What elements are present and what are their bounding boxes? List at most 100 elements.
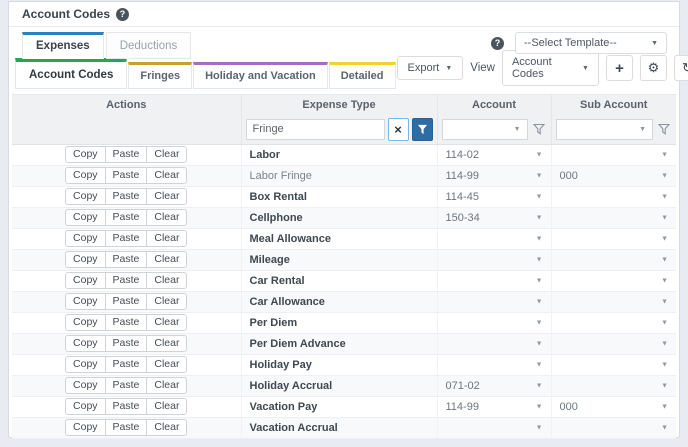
paste-button[interactable]: Paste <box>105 314 148 331</box>
subtab-detailed[interactable]: Detailed <box>329 62 396 89</box>
tab-expenses[interactable]: Expenses <box>22 32 104 59</box>
sub-account-cell[interactable]: ▼ <box>551 270 676 291</box>
account-cell[interactable]: ▼ <box>437 333 551 354</box>
actions-cell: Copy Paste Clear <box>12 165 241 186</box>
paste-button[interactable]: Paste <box>105 167 148 184</box>
clear-button[interactable]: Clear <box>146 398 187 415</box>
clear-button[interactable]: Clear <box>146 188 187 205</box>
account-filter-button[interactable] <box>531 123 547 135</box>
clear-button[interactable]: Clear <box>146 293 187 310</box>
chevron-down-icon: ▼ <box>661 298 668 305</box>
account-cell[interactable]: 150-34 ▼ <box>437 207 551 228</box>
sub-account-cell[interactable]: ▼ <box>551 333 676 354</box>
export-button[interactable]: Export ▼ <box>397 56 464 80</box>
clear-button[interactable]: Clear <box>146 209 187 226</box>
account-cell[interactable]: ▼ <box>437 417 551 438</box>
actions-filter-cell <box>12 115 241 145</box>
expense-type-filter-input[interactable] <box>246 119 385 140</box>
sub-account-cell[interactable]: 000 ▼ <box>551 396 676 417</box>
copy-button[interactable]: Copy <box>65 209 106 226</box>
clear-button[interactable]: Clear <box>146 272 187 289</box>
clear-button[interactable]: Clear <box>146 377 187 394</box>
paste-button[interactable]: Paste <box>105 251 148 268</box>
tab-deductions[interactable]: Deductions <box>106 32 192 59</box>
subtab-account-codes[interactable]: Account Codes <box>15 58 127 89</box>
copy-button[interactable]: Copy <box>65 188 106 205</box>
paste-button[interactable]: Paste <box>105 272 148 289</box>
sub-account-filter-select[interactable]: ▼ <box>556 119 654 140</box>
subtab-fringes[interactable]: Fringes <box>128 62 192 89</box>
copy-button[interactable]: Copy <box>65 230 106 247</box>
sub-account-value: 000 <box>560 170 578 182</box>
account-cell[interactable]: ▼ <box>437 249 551 270</box>
paste-button[interactable]: Paste <box>105 377 148 394</box>
account-cell[interactable]: 114-45 ▼ <box>437 186 551 207</box>
chevron-down-icon: ▼ <box>661 361 668 368</box>
account-cell[interactable]: 114-99 ▼ <box>437 396 551 417</box>
sub-account-cell[interactable]: 000 ▼ <box>551 165 676 186</box>
copy-button[interactable]: Copy <box>65 335 106 352</box>
sub-account-cell[interactable]: ▼ <box>551 228 676 249</box>
account-filter-select[interactable]: ▼ <box>442 119 528 140</box>
table-row: Copy Paste Clear Car Rental ▼ ▼ <box>12 270 676 291</box>
sub-account-cell[interactable]: ▼ <box>551 144 676 165</box>
clear-button[interactable]: Clear <box>146 230 187 247</box>
copy-button[interactable]: Copy <box>65 293 106 310</box>
account-cell[interactable]: 114-99 ▼ <box>437 165 551 186</box>
copy-button[interactable]: Copy <box>65 377 106 394</box>
sub-account-cell[interactable]: ▼ <box>551 207 676 228</box>
clear-button[interactable]: Clear <box>146 419 187 436</box>
paste-button[interactable]: Paste <box>105 335 148 352</box>
sub-account-cell[interactable]: ▼ <box>551 375 676 396</box>
sub-account-cell[interactable]: ▼ <box>551 186 676 207</box>
account-codes-panel: Account Codes ? Expenses Deductions ? --… <box>8 1 680 438</box>
account-cell[interactable]: ▼ <box>437 228 551 249</box>
sub-account-cell[interactable]: ▼ <box>551 249 676 270</box>
paste-button[interactable]: Paste <box>105 209 148 226</box>
clear-button[interactable]: Clear <box>146 167 187 184</box>
expense-type-cell: Holiday Pay <box>241 354 437 375</box>
clear-button[interactable]: Clear <box>146 335 187 352</box>
account-value: 071-02 <box>446 380 480 392</box>
table-header-row: Actions Expense Type Account Sub Account <box>12 95 676 115</box>
account-cell[interactable]: ▼ <box>437 270 551 291</box>
account-cell[interactable]: ▼ <box>437 312 551 333</box>
copy-button[interactable]: Copy <box>65 167 106 184</box>
copy-button[interactable]: Copy <box>65 314 106 331</box>
copy-button[interactable]: Copy <box>65 419 106 436</box>
clear-button[interactable]: Clear <box>146 314 187 331</box>
clear-button[interactable]: Clear <box>146 251 187 268</box>
copy-button[interactable]: Copy <box>65 356 106 373</box>
copy-button[interactable]: Copy <box>65 272 106 289</box>
paste-button[interactable]: Paste <box>105 356 148 373</box>
subtab-holiday-and-vacation[interactable]: Holiday and Vacation <box>193 62 328 89</box>
paste-button[interactable]: Paste <box>105 230 148 247</box>
clear-button[interactable]: Clear <box>146 146 187 163</box>
expense-type-filter-button[interactable] <box>412 118 433 141</box>
help-icon[interactable]: ? <box>116 8 129 21</box>
paste-button[interactable]: Paste <box>105 398 148 415</box>
sub-account-cell[interactable]: ▼ <box>551 417 676 438</box>
sub-account-cell[interactable]: ▼ <box>551 312 676 333</box>
sub-account-cell[interactable]: ▼ <box>551 291 676 312</box>
paste-button[interactable]: Paste <box>105 419 148 436</box>
clear-button[interactable]: Clear <box>146 356 187 373</box>
expense-type-cell: Box Rental <box>241 186 437 207</box>
clear-filter-button[interactable]: × <box>388 118 409 141</box>
sub-account-filter-button[interactable] <box>656 123 672 135</box>
account-cell[interactable]: 071-02 ▼ <box>437 375 551 396</box>
sub-account-cell[interactable]: ▼ <box>551 354 676 375</box>
copy-button[interactable]: Copy <box>65 398 106 415</box>
row-actions-group: Copy Paste Clear <box>65 146 187 163</box>
template-select[interactable]: --Select Template-- ▼ <box>515 32 667 54</box>
paste-button[interactable]: Paste <box>105 188 148 205</box>
account-cell[interactable]: ▼ <box>437 354 551 375</box>
paste-button[interactable]: Paste <box>105 146 148 163</box>
copy-button[interactable]: Copy <box>65 146 106 163</box>
template-help-icon[interactable]: ? <box>491 37 504 50</box>
account-cell[interactable]: 114-02 ▼ <box>437 144 551 165</box>
copy-button[interactable]: Copy <box>65 251 106 268</box>
table-row: Copy Paste Clear Labor 114-02 ▼ ▼ <box>12 144 676 165</box>
account-cell[interactable]: ▼ <box>437 291 551 312</box>
paste-button[interactable]: Paste <box>105 293 148 310</box>
